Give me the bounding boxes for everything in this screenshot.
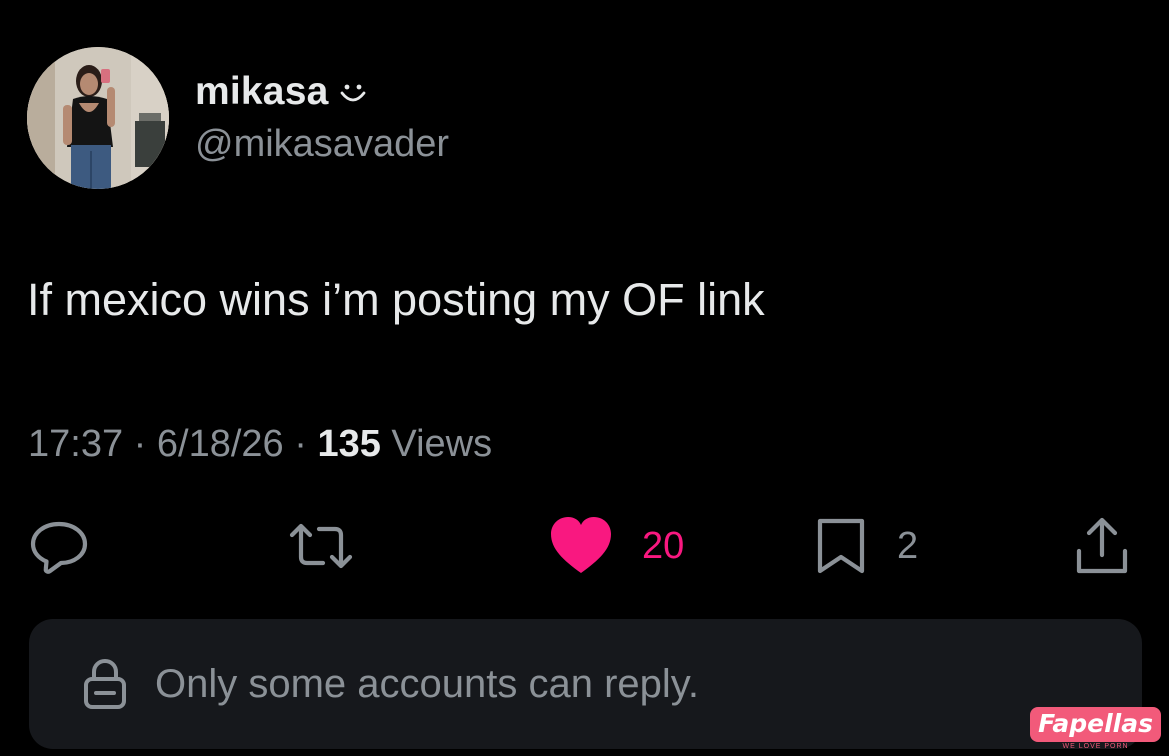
tweet-time[interactable]: 17:37 — [28, 423, 123, 465]
display-name-row: mikasa — [195, 65, 449, 119]
action-bar: 20 2 — [0, 510, 1169, 582]
meta-separator-2: · — [283, 423, 318, 465]
repost-icon — [289, 523, 353, 569]
reply-restriction-banner: Only some accounts can reply. — [29, 619, 1142, 749]
reply-restriction-text: Only some accounts can reply. — [155, 661, 699, 706]
views-count[interactable]: 135 — [317, 423, 380, 465]
like-count: 20 — [642, 524, 685, 567]
views-label: Views — [380, 423, 493, 465]
lock-icon — [84, 658, 126, 709]
repost-button[interactable] — [286, 510, 356, 582]
profile-photo-icon — [27, 47, 169, 189]
tweet-header: mikasa @mikasavader — [27, 47, 449, 189]
reply-button[interactable] — [28, 510, 90, 582]
reply-icon — [30, 521, 88, 574]
reply-restriction-content: Only some accounts can reply. — [82, 657, 699, 711]
display-name[interactable]: mikasa — [195, 70, 328, 114]
like-button[interactable]: 20 — [549, 510, 684, 582]
tweet-date[interactable]: 6/18/26 — [157, 423, 284, 465]
watermark-logo: Fapellas WE LOVE PORN — [1030, 707, 1161, 750]
share-button[interactable] — [1074, 510, 1130, 582]
bookmark-icon — [817, 518, 865, 574]
author-handle[interactable]: @mikasavader — [195, 123, 449, 166]
watermark-tagline: WE LOVE PORN — [1062, 743, 1129, 750]
bookmark-count: 2 — [897, 524, 919, 567]
tweet-card: mikasa @mikasavader If mexico wins i’m p… — [0, 0, 1169, 756]
share-icon — [1076, 517, 1128, 574]
watermark-brand: Fapellas — [1030, 707, 1161, 742]
author-names: mikasa @mikasavader — [195, 65, 449, 166]
avatar[interactable] — [27, 47, 169, 189]
bookmark-button[interactable]: 2 — [815, 510, 918, 582]
meta-separator: · — [123, 423, 157, 465]
heart-icon — [551, 517, 611, 573]
tweet-meta: 17:37 · 6/18/26 · 135 Views — [28, 423, 492, 466]
tweet-text: If mexico wins i’m posting my OF link — [27, 274, 765, 325]
smiley-icon — [338, 78, 368, 113]
